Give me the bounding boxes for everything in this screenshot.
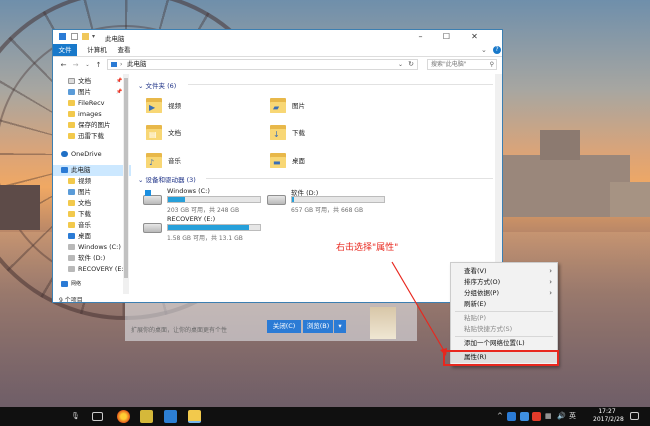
- qq-game-icon[interactable]: [140, 410, 153, 423]
- menu-label: 添加一个网络位置(L): [464, 339, 525, 347]
- submenu-arrow-icon: ›: [549, 289, 552, 297]
- clock-date: 2017/2/28: [593, 416, 624, 423]
- menu-separator: [455, 311, 553, 312]
- antivirus-icon[interactable]: [532, 412, 541, 421]
- tray-expand-icon[interactable]: ^: [497, 411, 503, 422]
- volume-icon[interactable]: 🔊: [557, 411, 566, 422]
- submenu-arrow-icon: ›: [549, 278, 552, 286]
- taskbar: 🎙 ^ ▦ 🔊 英 17:27 2017/2/28: [0, 407, 650, 426]
- menu-label: 粘贴快捷方式(S): [464, 325, 513, 333]
- properties-highlight-box: [443, 350, 559, 366]
- xunlei-icon[interactable]: [164, 410, 177, 423]
- clock-time: 17:27: [598, 408, 616, 415]
- file-explorer-taskbar-icon[interactable]: [188, 410, 201, 423]
- menu-item-view[interactable]: 查看(V) ›: [451, 266, 557, 277]
- menu-separator: [455, 336, 553, 337]
- menu-item-sort-by[interactable]: 排序方式(O) ›: [451, 277, 557, 288]
- menu-label: 粘贴(P): [464, 314, 486, 322]
- firefox-icon[interactable]: [117, 410, 130, 423]
- menu-label: 查看(V): [464, 267, 487, 275]
- network-icon[interactable]: ▦: [545, 411, 552, 422]
- submenu-arrow-icon: ›: [549, 267, 552, 275]
- menu-label: 刷新(E): [464, 300, 487, 308]
- menu-item-add-network-location[interactable]: 添加一个网络位置(L): [451, 338, 557, 349]
- menu-label: 排序方式(O): [464, 278, 501, 286]
- menu-item-refresh[interactable]: 刷新(E): [451, 299, 557, 310]
- security-shield-icon[interactable]: [507, 412, 516, 421]
- menu-item-paste[interactable]: 粘贴(P): [451, 313, 557, 324]
- microphone-icon[interactable]: 🎙: [71, 411, 80, 422]
- ime-mode-indicator[interactable]: 英: [569, 411, 576, 422]
- action-center-icon[interactable]: [630, 412, 639, 420]
- menu-label: 分组依据(P): [464, 289, 499, 297]
- tray-app-icon[interactable]: [520, 412, 529, 421]
- menu-item-group-by[interactable]: 分组依据(P) ›: [451, 288, 557, 299]
- menu-item-paste-shortcut[interactable]: 粘贴快捷方式(S): [451, 324, 557, 335]
- task-view-icon[interactable]: [92, 412, 103, 421]
- system-clock[interactable]: 17:27 2017/2/28: [593, 408, 624, 424]
